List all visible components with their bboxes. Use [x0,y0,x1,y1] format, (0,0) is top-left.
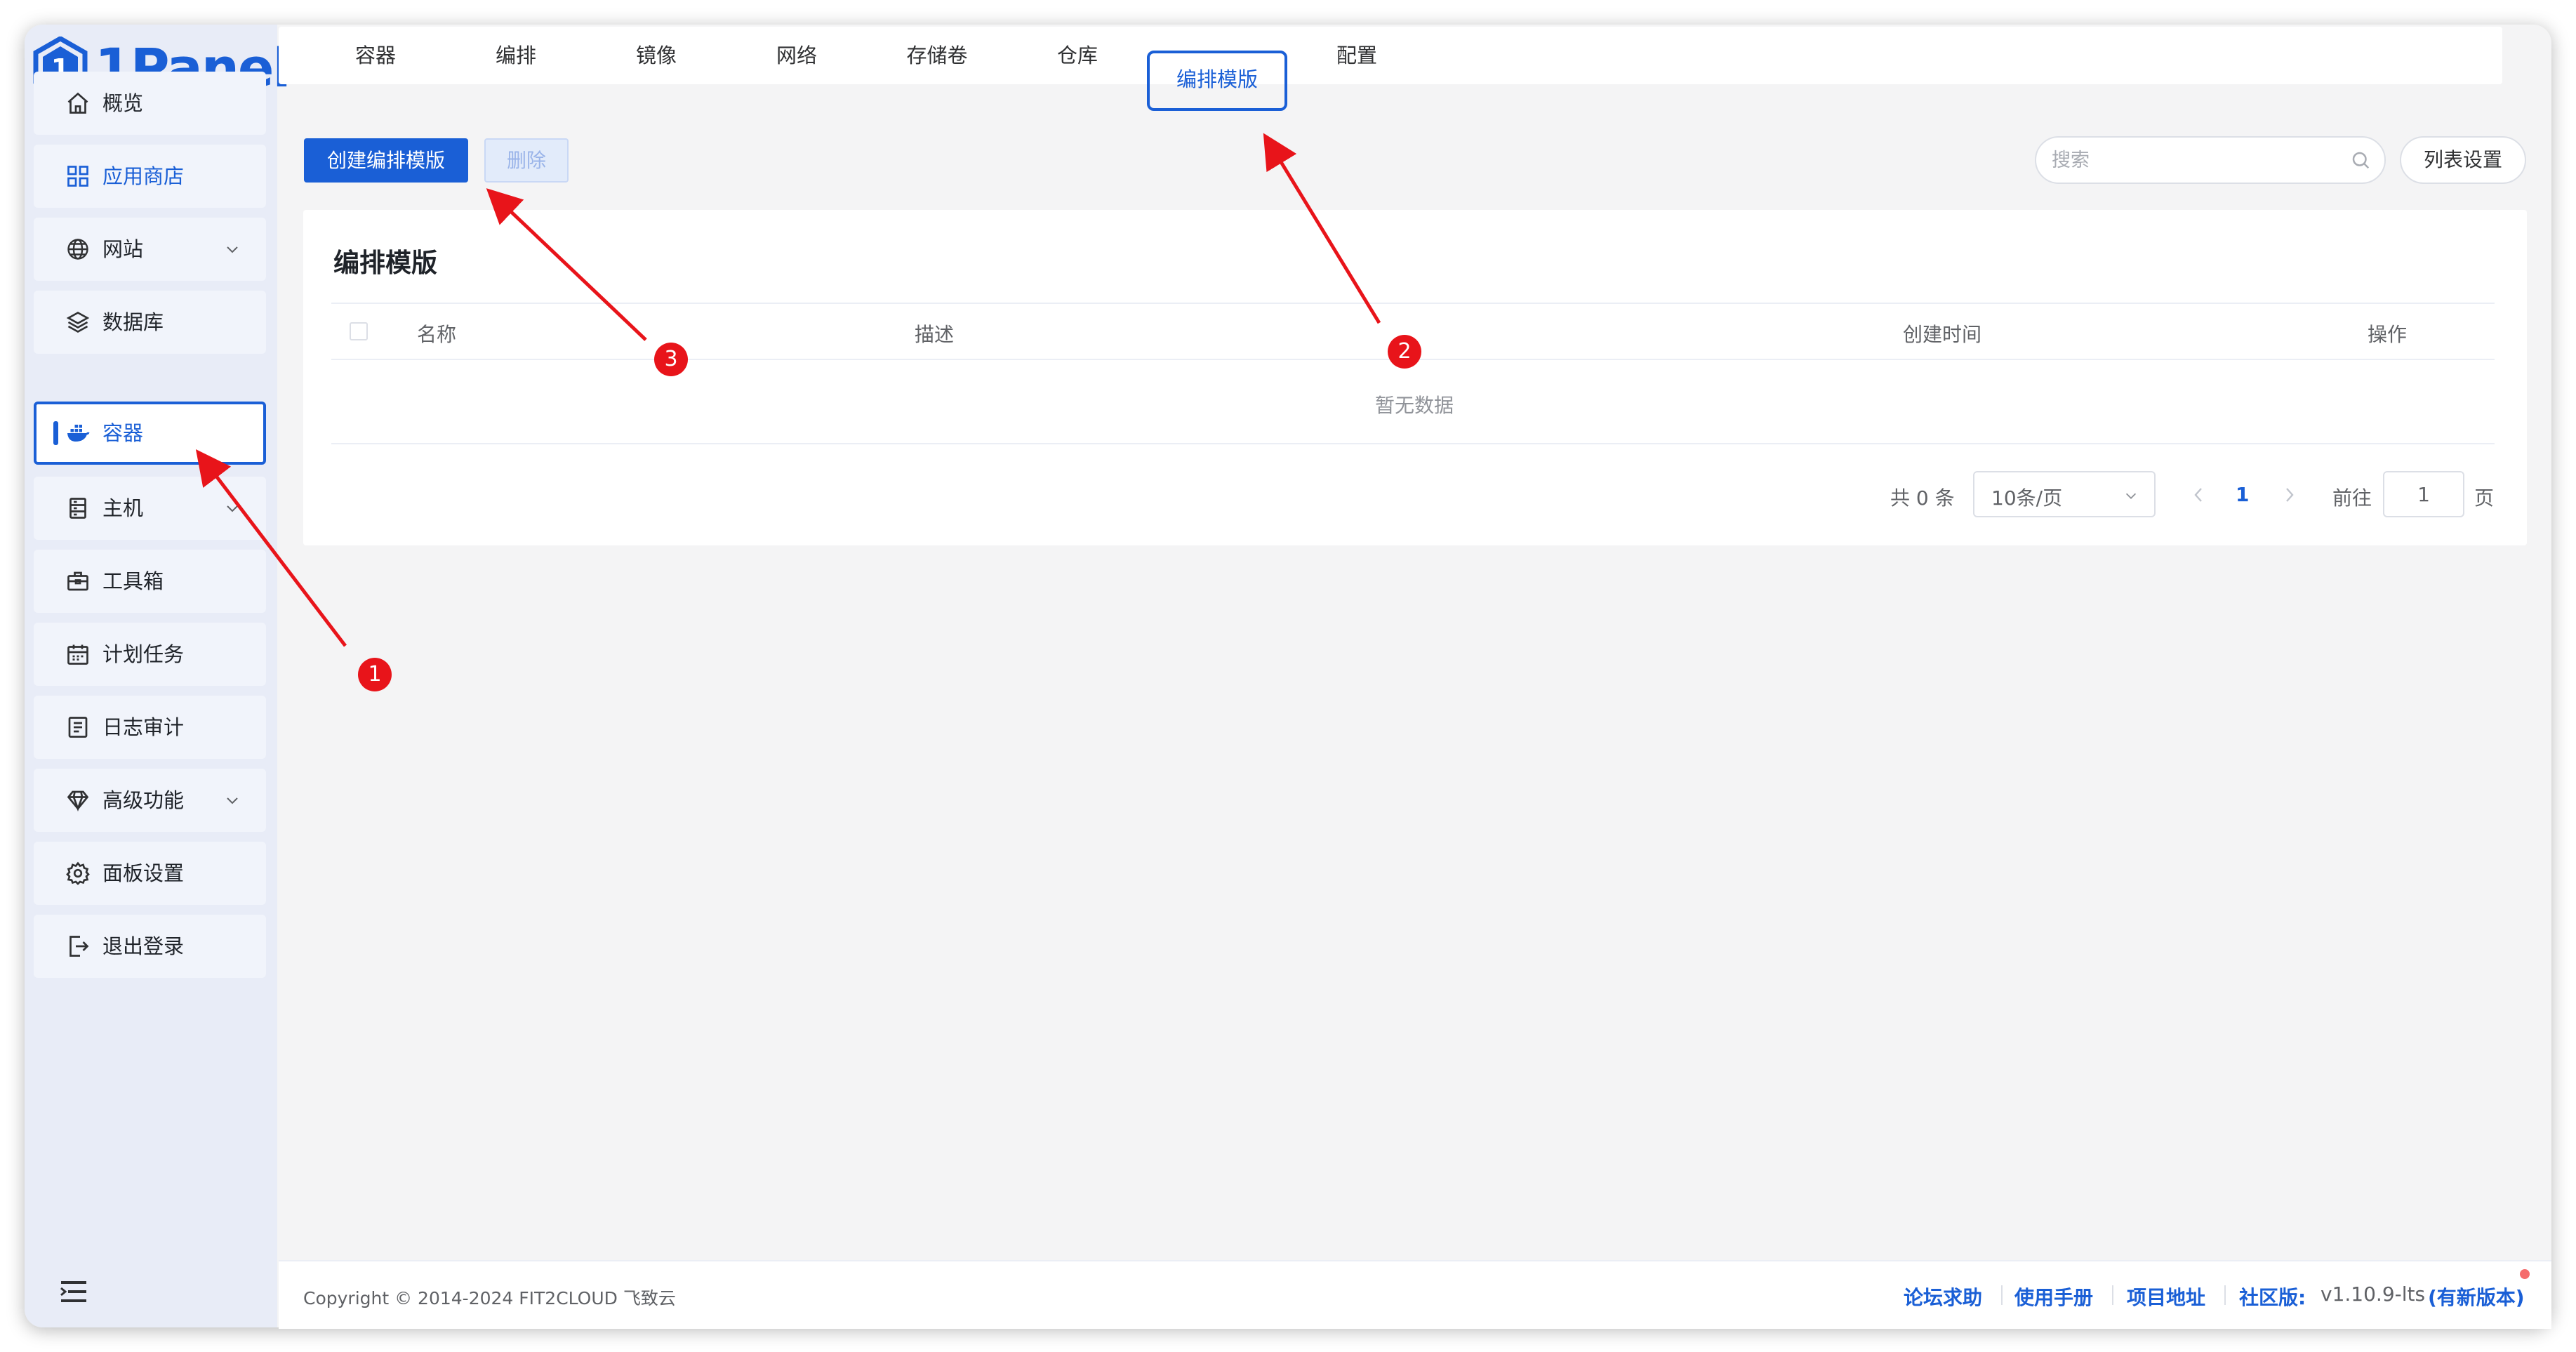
sidebar-item-label: 应用商店 [102,164,185,188]
next-page-icon[interactable] [2281,484,2298,505]
tab-config[interactable]: 配置 [1318,27,1395,84]
current-page[interactable]: 1 [2236,483,2249,506]
tab-images[interactable]: 镜像 [618,27,695,84]
tab-compose-templates[interactable]: 编排模版 [1147,51,1287,111]
column-header-actions: 操作 [2368,323,2408,346]
new-version-link[interactable]: (有新版本) [2428,1283,2525,1311]
sidebar-item-label: 退出登录 [102,934,185,958]
footer-separator [2112,1285,2113,1305]
log-icon [68,717,88,738]
chevron-down-icon [227,505,238,512]
page-size-value: 10条/页 [1991,486,2063,510]
sidebar-item-settings[interactable]: 面板设置 [34,842,266,905]
docker-icon [67,425,90,442]
toolbox-icon [67,571,88,591]
server-icon [69,498,86,519]
home-icon [67,92,88,114]
sidebar-item-toolbox[interactable]: 工具箱 [34,550,266,613]
diamond-icon [67,790,89,811]
chevron-down-icon [227,246,238,253]
logout-icon [69,936,89,957]
sidebar-item-app-store[interactable]: 应用商店 [34,145,266,208]
sidebar-item-label: 数据库 [102,310,164,334]
search-icon[interactable] [2350,150,2371,171]
project-link[interactable]: 项目地址 [2127,1283,2205,1311]
sidebar-item-label: 计划任务 [102,642,185,666]
grid-icon [67,166,88,187]
update-dot [2520,1269,2530,1279]
delete-button: 删除 [484,138,569,183]
sidebar-item-host[interactable]: 主机 [34,477,266,540]
empty-state-text: 暂无数据 [1374,394,1454,417]
sidebar-item-label: 高级功能 [102,788,185,812]
footer-separator [2001,1285,2003,1305]
column-header-created-time[interactable]: 创建时间 [1903,319,1981,347]
calendar-icon [67,644,88,665]
tab-repositories[interactable]: 仓库 [1039,27,1116,84]
sidebar-item-label: 日志审计 [102,715,185,739]
sidebar-item-label: 工具箱 [102,569,164,593]
sidebar-item-label: 网站 [102,237,144,261]
prev-page-icon[interactable] [2190,484,2207,505]
sidebar-item-label: 概览 [102,91,144,115]
gear-icon [66,861,90,885]
sidebar-item-label: 容器 [102,421,144,445]
copyright-text: Copyright © 2014-2024 FIT2CLOUD 飞致云 [303,1288,676,1308]
column-header-name[interactable]: 名称 [417,319,456,347]
annotation-badge-2: 2 [1388,335,1421,369]
sidebar: 1 1Panel 概览 应用商店 网站 数据库 容器 主机 工具箱 计划任务 日… [25,25,291,1327]
globe-icon [67,239,88,260]
sidebar-item-websites[interactable]: 网站 [34,218,266,281]
annotation-badge-3: 3 [654,343,688,376]
version-text: v1.10.9-lts [2321,1283,2426,1306]
goto-page-input[interactable] [2383,471,2464,517]
card-title: 编排模版 [333,248,437,278]
tab-networks[interactable]: 网络 [758,27,835,84]
sidebar-item-cron[interactable]: 计划任务 [34,623,266,686]
active-indicator [53,421,58,445]
chevron-down-icon [227,797,238,804]
tab-compose[interactable]: 编排 [477,27,555,84]
column-header-description: 描述 [915,323,955,346]
layers-icon [66,311,90,333]
select-all-checkbox[interactable] [350,322,368,340]
pagination-total: 共 0 条 [1890,486,1955,510]
sidebar-item-logout[interactable]: 退出登录 [34,915,266,978]
sidebar-item-databases[interactable]: 数据库 [34,291,266,354]
tab-volumes[interactable]: 存储卷 [891,27,983,84]
sidebar-item-label: 面板设置 [102,861,185,885]
edition-label: 社区版: [2239,1286,2306,1309]
page-unit-label: 页 [2474,486,2495,510]
tab-containers[interactable]: 容器 [337,27,414,84]
table-top-divider [331,303,2495,304]
sidebar-item-containers[interactable]: 容器 [34,402,266,465]
manual-link[interactable]: 使用手册 [2014,1283,2093,1311]
sidebar-item-overview[interactable]: 概览 [34,72,266,135]
sidebar-item-advanced[interactable]: 高级功能 [34,769,266,832]
sidebar-item-label: 主机 [102,496,144,520]
column-settings-button[interactable]: 列表设置 [2400,136,2526,184]
page-size-select[interactable]: 10条/页 [1973,471,2156,517]
annotation-badge-1: 1 [358,658,392,691]
table-bottom-divider [331,443,2495,444]
forum-link[interactable]: 论坛求助 [1904,1283,1982,1311]
goto-label: 前往 [2332,486,2372,510]
sidebar-item-logs[interactable]: 日志审计 [34,696,266,759]
create-template-button[interactable]: 创建编排模版 [304,138,468,183]
menu-collapse-icon[interactable] [60,1280,88,1304]
chevron-down-icon [2125,493,2137,499]
search-input[interactable] [2035,136,2386,184]
footer-separator [2224,1285,2226,1305]
